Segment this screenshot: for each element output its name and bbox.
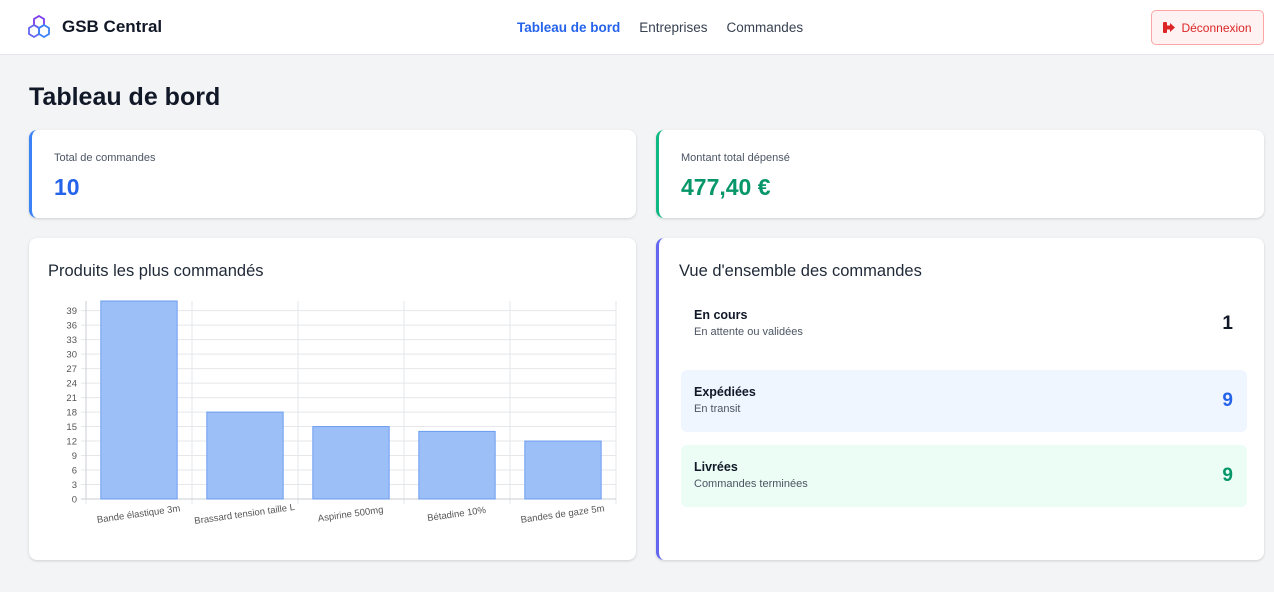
logout-button[interactable]: Déconnexion (1151, 10, 1264, 45)
overview-row-shipped[interactable]: Expédiées En transit 9 (681, 370, 1247, 432)
shipped-subtitle: En transit (694, 403, 741, 415)
overview-row-delivered[interactable]: Livrées Commandes terminées 9 (681, 445, 1247, 507)
x-tick-label: Bande élastique 3m (96, 503, 181, 526)
logout-label: Déconnexion (1181, 20, 1252, 35)
total-spent-value: 477,40 € (681, 174, 771, 200)
total-spent-label: Montant total dépensé (681, 152, 790, 164)
page-title: Tableau de bord (29, 83, 221, 111)
nav-link-dashboard[interactable]: Tableau de bord (517, 20, 620, 35)
y-tick-label: 30 (66, 350, 77, 361)
x-tick-label: Brassard tension taille L (194, 502, 296, 527)
nav-link-companies[interactable]: Entreprises (639, 20, 707, 35)
y-tick-label: 33 (66, 335, 77, 346)
in-progress-count: 1 (1222, 313, 1233, 334)
y-tick-label: 6 (72, 466, 77, 477)
bar (418, 430, 496, 500)
brand[interactable]: GSB Central (28, 15, 162, 39)
y-tick-label: 18 (66, 408, 77, 419)
bar (100, 300, 178, 500)
orders-overview-title: Vue d'ensemble des commandes (679, 262, 922, 280)
main-nav: Tableau de bord Entreprises Commandes (517, 20, 803, 35)
total-orders-value: 10 (54, 174, 80, 200)
top-products-card: Produits les plus commandés 0 3 6 9 12 15 18 21… (29, 238, 636, 560)
y-tick-label: 27 (66, 364, 77, 375)
y-tick-label: 0 (72, 495, 77, 506)
y-tick-label: 39 (66, 306, 77, 317)
bar (312, 426, 390, 500)
y-tick-label: 3 (72, 480, 77, 491)
delivered-title: Livrées (694, 460, 738, 474)
brand-name: GSB Central (62, 17, 163, 36)
y-tick-label: 24 (66, 379, 77, 390)
y-tick-label: 12 (66, 437, 77, 448)
total-orders-card: Total de commandes 10 (29, 130, 636, 218)
y-tick-label: 21 (66, 393, 77, 404)
x-tick-label: Bandes de gaze 5m (520, 503, 605, 526)
x-tick-label: Aspirine 500mg (317, 504, 384, 524)
shipped-count: 9 (1222, 390, 1233, 411)
shipped-title: Expédiées (694, 385, 756, 399)
delivered-count: 9 (1222, 465, 1233, 486)
bar (524, 440, 602, 500)
in-progress-subtitle: En attente ou validées (694, 326, 803, 338)
delivered-subtitle: Commandes terminées (694, 478, 808, 490)
nav-link-orders[interactable]: Commandes (727, 20, 804, 35)
sign-out-icon (1163, 22, 1176, 33)
in-progress-title: En cours (694, 308, 748, 322)
top-products-chart: 036912151821242730333639Bande élastique … (66, 300, 617, 527)
overview-row-in-progress[interactable]: En cours En attente ou validées 1 (681, 293, 1247, 355)
top-navbar: GSB Central Tableau de bord Entreprises … (0, 0, 1274, 55)
total-spent-card: Montant total dépensé 477,40 € (656, 130, 1264, 218)
total-orders-label: Total de commandes (54, 152, 156, 164)
y-tick-label: 36 (66, 321, 77, 332)
bar (206, 411, 284, 500)
orders-overview-card: Vue d'ensemble des commandes En cours En… (656, 238, 1264, 560)
x-tick-label: Bétadine 10% (427, 505, 488, 524)
y-tick-label: 15 (66, 422, 77, 433)
y-tick-label: 9 (72, 451, 77, 462)
hexagon-logo-icon (28, 15, 50, 39)
